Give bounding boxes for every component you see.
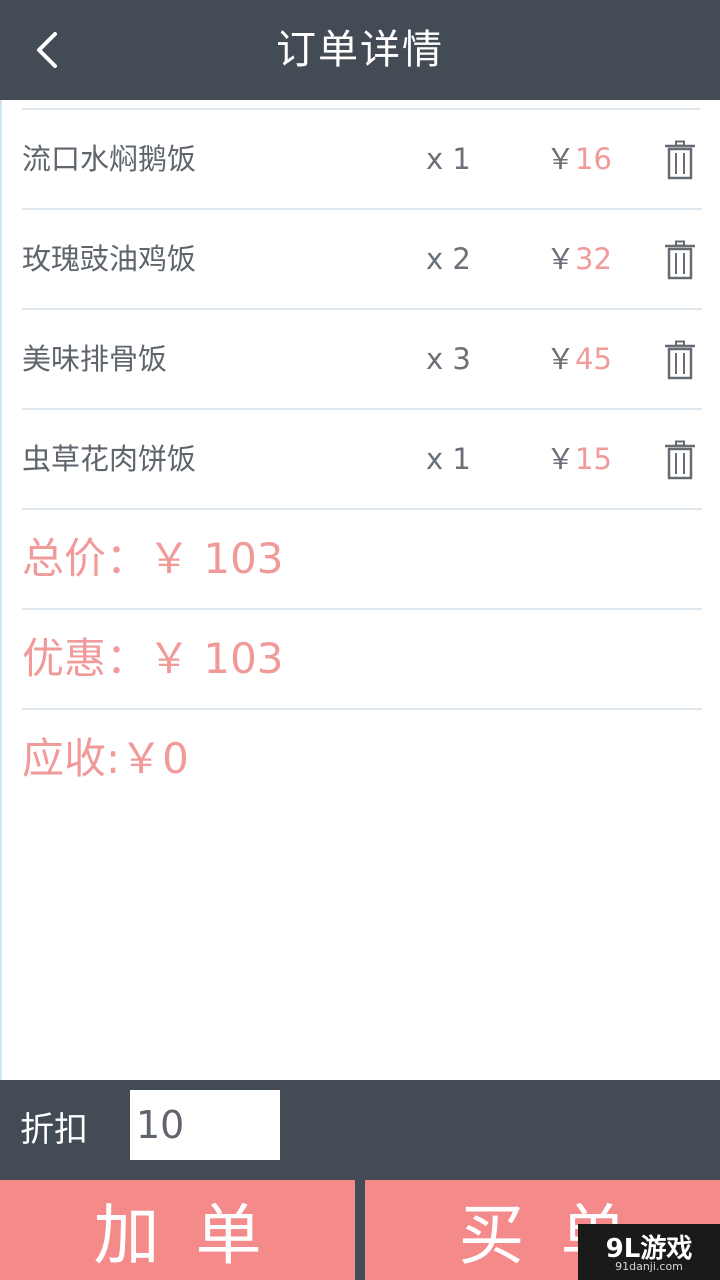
discount-amount: 优惠：￥ 103: [22, 634, 284, 683]
item-price: ￥16: [546, 110, 612, 208]
order-content: 流口水焖鹅饭 x 1 ￥16 玫瑰豉油鸡饭 x 2 ￥32 美味排骨饭 x 3 …: [0, 100, 720, 1080]
item-name: 虫草花肉饼饭: [22, 442, 197, 476]
item-price: ￥15: [546, 410, 612, 508]
trash-icon[interactable]: [662, 440, 698, 480]
order-item-row: 玫瑰豉油鸡饭 x 2 ￥32: [22, 210, 702, 310]
order-item-row: 虫草花肉饼饭 x 1 ￥15: [22, 410, 702, 510]
add-order-button[interactable]: 加单: [0, 1180, 355, 1280]
trash-icon[interactable]: [662, 340, 698, 380]
item-quantity: x 1: [426, 442, 471, 476]
order-item-row: 美味排骨饭 x 3 ￥45: [22, 310, 702, 410]
watermark-site: 91danji.com: [615, 1260, 683, 1273]
item-quantity: x 1: [426, 142, 471, 176]
receivable-amount: 应收:￥0: [22, 734, 189, 783]
currency-symbol: ￥: [546, 142, 576, 176]
trash-icon[interactable]: [662, 240, 698, 280]
item-name: 流口水焖鹅饭: [22, 142, 197, 176]
discount-row: 优惠：￥ 103: [22, 610, 702, 710]
page-title: 订单详情: [276, 27, 444, 73]
price-value: 15: [575, 442, 612, 476]
price-value: 16: [575, 142, 612, 176]
item-quantity: x 3: [426, 342, 471, 376]
order-item-row: 流口水焖鹅饭 x 1 ￥16: [22, 110, 702, 210]
currency-symbol: ￥: [546, 242, 576, 276]
price-value: 32: [575, 242, 612, 276]
item-price: ￥45: [546, 310, 612, 408]
item-name: 玫瑰豉油鸡饭: [22, 242, 197, 276]
watermark-logo: 9L游戏 91danji.com: [578, 1224, 720, 1280]
top-bar: 订单详情: [0, 0, 720, 100]
receivable-row: 应收:￥0: [22, 710, 702, 808]
discount-label: 折扣: [20, 1110, 88, 1150]
currency-symbol: ￥: [546, 442, 576, 476]
item-quantity: x 2: [426, 242, 471, 276]
discount-input[interactable]: [130, 1090, 280, 1160]
total-price: 总价：￥ 103: [22, 534, 284, 583]
price-value: 45: [575, 342, 612, 376]
trash-icon[interactable]: [662, 140, 698, 180]
currency-symbol: ￥: [546, 342, 576, 376]
total-row: 总价：￥ 103: [22, 510, 702, 610]
item-price: ￥32: [546, 210, 612, 308]
item-name: 美味排骨饭: [22, 342, 168, 376]
